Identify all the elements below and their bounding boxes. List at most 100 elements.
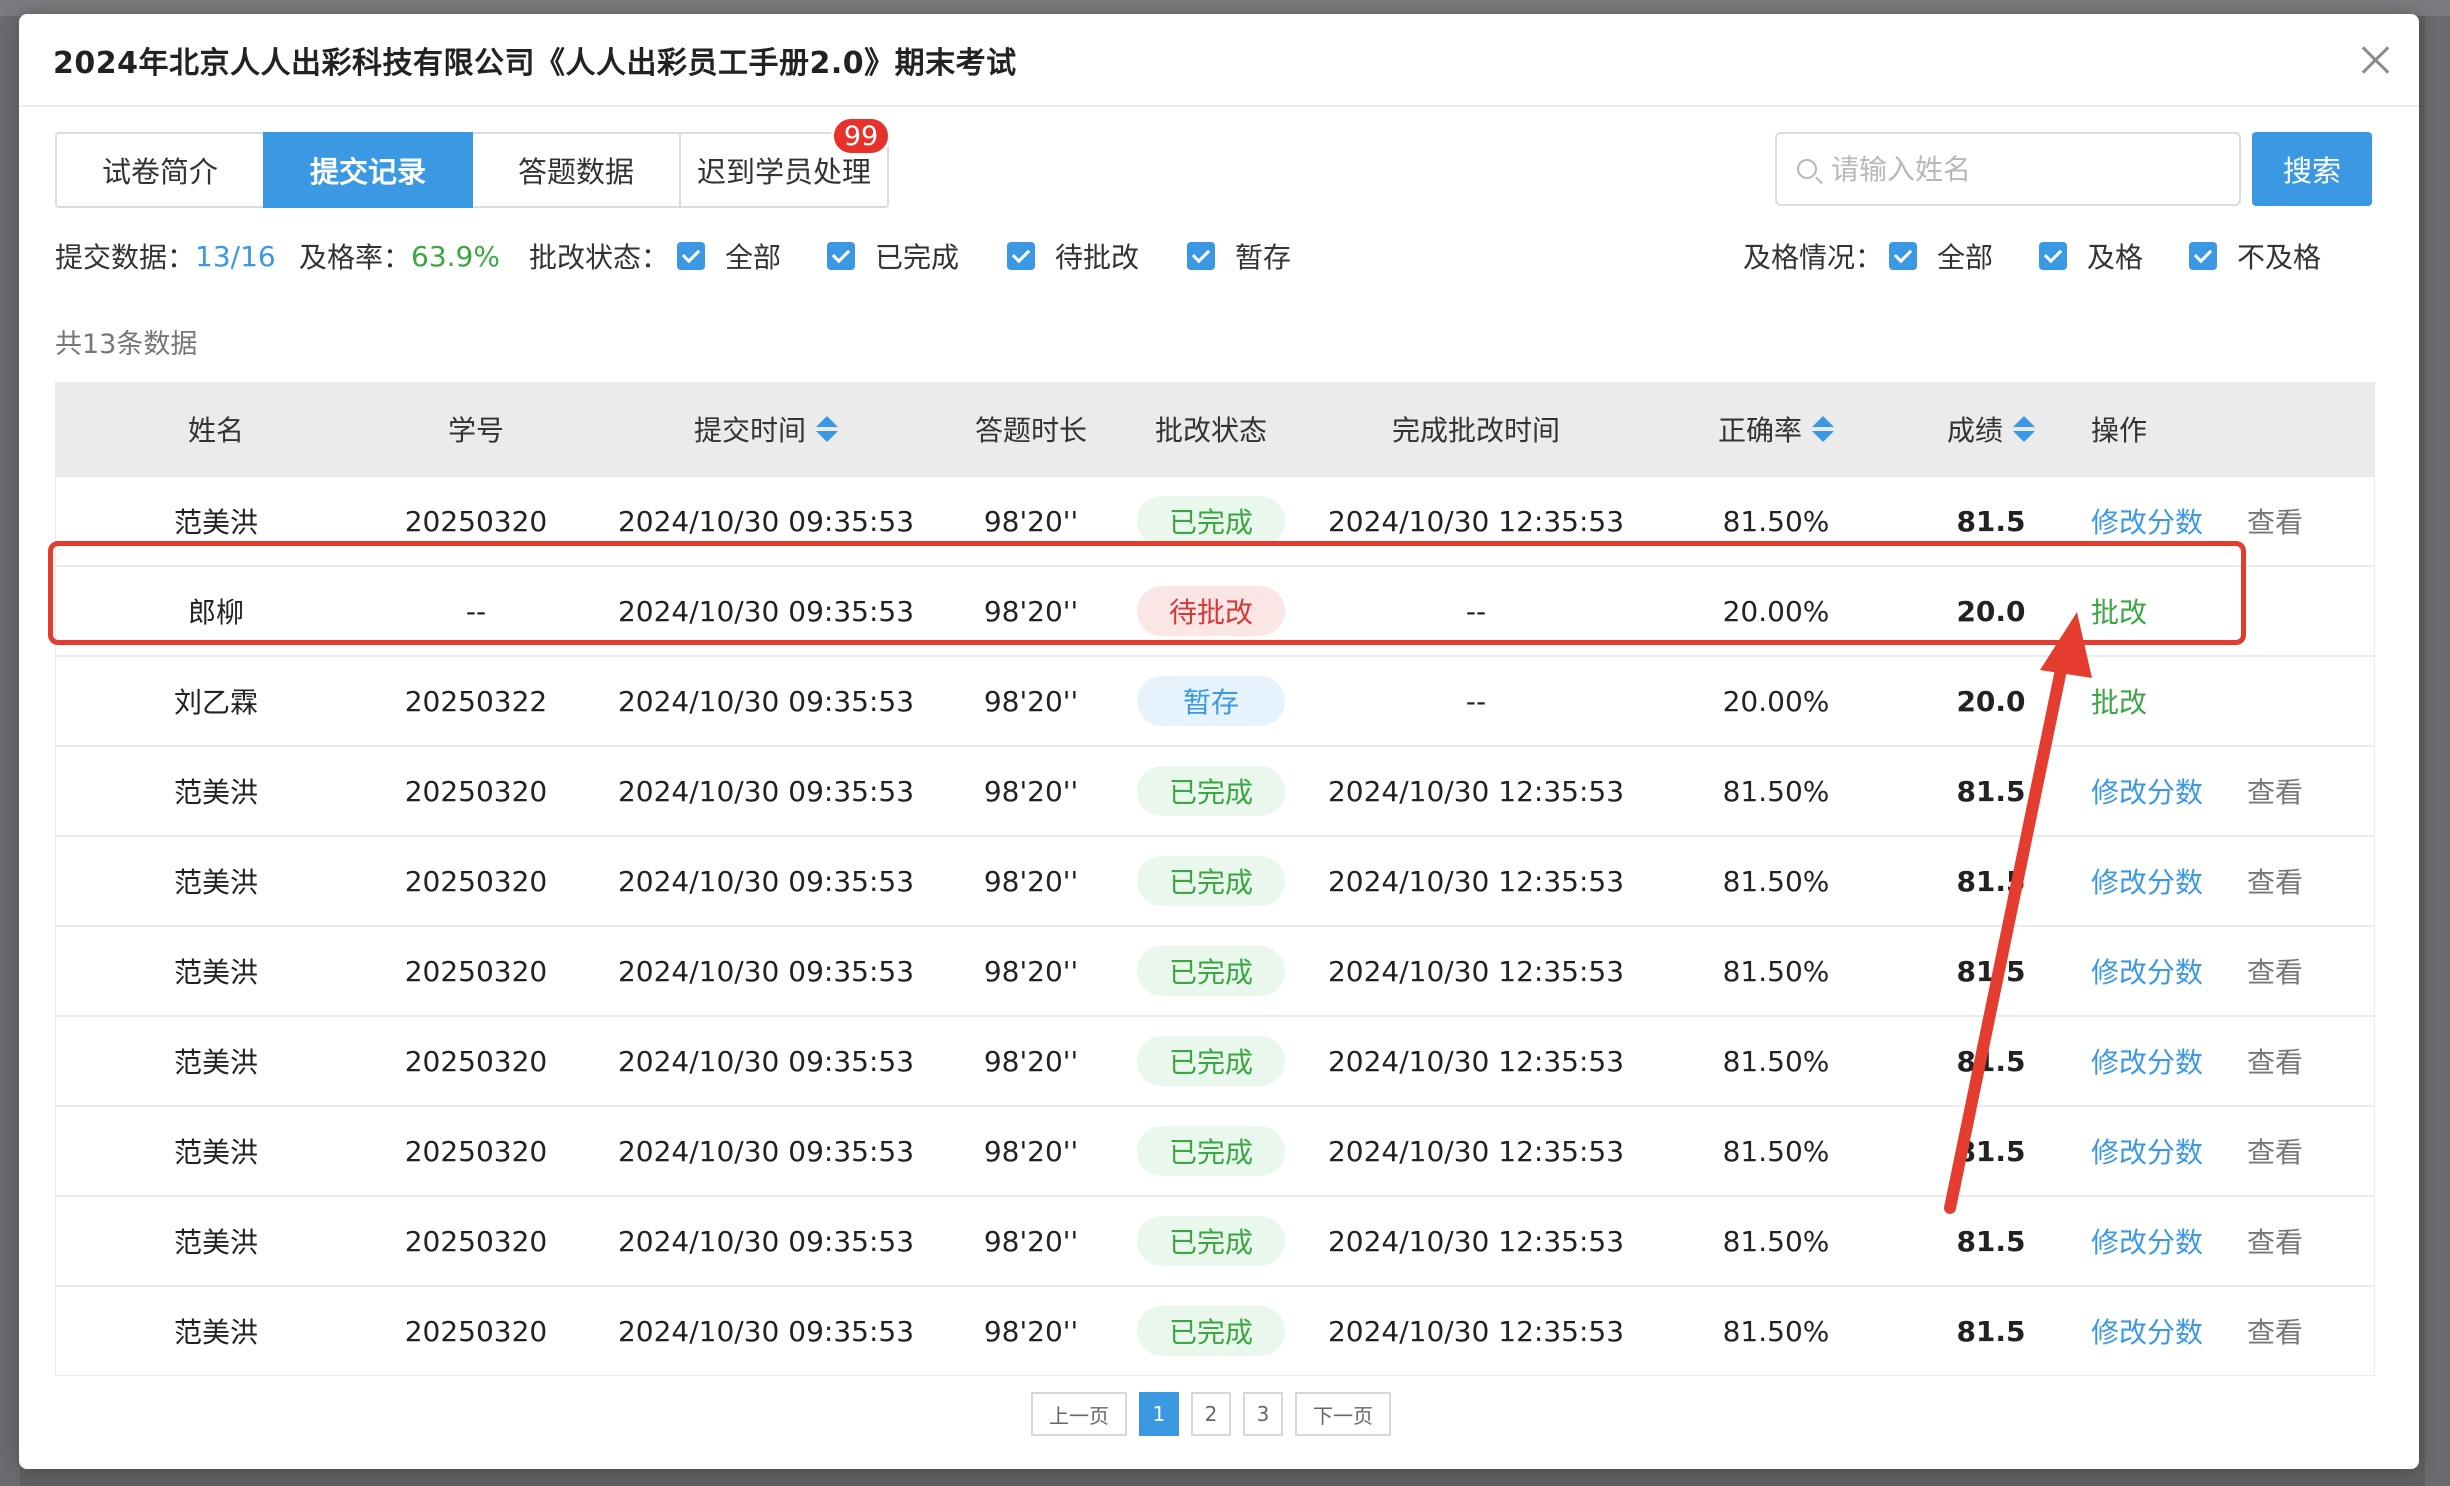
tab-label: 试卷简介 xyxy=(101,155,218,189)
op-link[interactable]: 查看 xyxy=(2247,771,2303,811)
cell-student-id: 20250320 xyxy=(404,1044,548,1078)
cell-done-time: 2024/10/30 12:35:53 xyxy=(1327,1314,1625,1348)
page-button-3[interactable]: 3 xyxy=(1243,1392,1283,1436)
table-row: 刘乙霖 20250322 2024/10/30 09:35:53 98'20'' 暂存 -… xyxy=(56,655,2374,745)
op-link[interactable]: 查看 xyxy=(2247,951,2303,991)
op-link[interactable]: 修改分数 xyxy=(2091,951,2203,991)
search-input[interactable] xyxy=(1831,152,2211,186)
op-link[interactable]: 查看 xyxy=(2247,1221,2303,1261)
header-score[interactable]: 成绩 xyxy=(1856,383,2126,475)
cell-duration: 98'20'' xyxy=(983,1224,1079,1258)
status-badge: 已完成 xyxy=(1137,496,1285,546)
prev-page-button[interactable]: 上一页 xyxy=(1031,1392,1127,1436)
header-student-id: 学号 xyxy=(447,414,504,447)
pass-filter-pass[interactable]: 及格 xyxy=(2039,236,2143,276)
checkbox-label: 全部 xyxy=(1937,241,1994,274)
op-link[interactable]: 批改 xyxy=(2091,681,2147,721)
pass-filter-all[interactable]: 全部 xyxy=(1889,236,1993,276)
review-filter-pending[interactable]: 待批改 xyxy=(1007,236,1139,276)
op-link[interactable]: 修改分数 xyxy=(2091,771,2203,811)
op-link[interactable]: 修改分数 xyxy=(2091,501,2203,541)
close-icon[interactable] xyxy=(2353,38,2397,82)
review-filter-all[interactable]: 全部 xyxy=(677,236,781,276)
checkbox-checked-icon[interactable] xyxy=(1187,242,1215,270)
cell-review-status: 待批改 xyxy=(1106,567,1316,655)
cell-review-status: 已完成 xyxy=(1106,1197,1316,1285)
page-button-2[interactable]: 2 xyxy=(1191,1392,1231,1436)
review-filter-done[interactable]: 已完成 xyxy=(827,236,959,276)
status-badge: 已完成 xyxy=(1137,1126,1285,1176)
op-link[interactable]: 查看 xyxy=(2247,861,2303,901)
tab-label: 提交记录 xyxy=(309,155,426,189)
header-label: 成绩 xyxy=(1946,414,2003,447)
cell-score: 81.5 xyxy=(1956,1314,2026,1348)
search-icon xyxy=(1797,159,1817,179)
cell-name: 范美洪 xyxy=(173,506,258,539)
cell-done-time: -- xyxy=(1465,594,1487,628)
next-page-button[interactable]: 下一页 xyxy=(1295,1392,1391,1436)
search-button[interactable]: 搜索 xyxy=(2252,132,2372,206)
cell-operations: 修改分数 查看 xyxy=(2091,1287,2376,1375)
op-link[interactable]: 修改分数 xyxy=(2091,1221,2203,1261)
tab-late-students[interactable]: 迟到学员处理 99 xyxy=(679,116,891,208)
op-link[interactable]: 修改分数 xyxy=(2091,1041,2203,1081)
review-filter-draft[interactable]: 暂存 xyxy=(1187,236,1291,276)
cell-done-time: 2024/10/30 12:35:53 xyxy=(1327,1134,1625,1168)
op-link[interactable]: 批改 xyxy=(2091,591,2147,631)
pass-rate-label: 及格率： xyxy=(299,241,412,274)
sort-icon[interactable] xyxy=(816,416,838,442)
cell-submit-time: 2024/10/30 09:35:53 xyxy=(617,954,915,988)
op-link[interactable]: 修改分数 xyxy=(2091,1131,2203,1171)
cell-score: 81.5 xyxy=(1956,1134,2026,1168)
op-link[interactable]: 修改分数 xyxy=(2091,1311,2203,1351)
op-link[interactable]: 查看 xyxy=(2247,1041,2303,1081)
cell-duration: 98'20'' xyxy=(983,864,1079,898)
cell-operations: 批改 xyxy=(2091,657,2376,745)
checkbox-label: 不及格 xyxy=(2237,241,2322,274)
tab-submission-records[interactable]: 提交记录 xyxy=(263,132,473,208)
sort-icon[interactable] xyxy=(1812,416,1834,442)
cell-duration: 98'20'' xyxy=(983,594,1079,628)
table-row: 范美洪 20250320 2024/10/30 09:35:53 98'20'' 已完成… xyxy=(56,925,2374,1015)
checkbox-label: 暂存 xyxy=(1235,241,1292,274)
tab-label: 答题数据 xyxy=(517,155,634,189)
tab-answer-data[interactable]: 答题数据 xyxy=(471,132,681,208)
checkbox-checked-icon[interactable] xyxy=(827,242,855,270)
op-link[interactable]: 查看 xyxy=(2247,1131,2303,1171)
sort-icon[interactable] xyxy=(2013,416,2035,442)
checkbox-checked-icon[interactable] xyxy=(1007,242,1035,270)
cell-name: 范美洪 xyxy=(173,866,258,899)
cell-operations: 批改 xyxy=(2091,567,2376,655)
cell-review-status: 已完成 xyxy=(1106,927,1316,1015)
checkbox-checked-icon[interactable] xyxy=(2189,242,2217,270)
cell-done-time: 2024/10/30 12:35:53 xyxy=(1327,1044,1625,1078)
header-duration: 答题时长 xyxy=(974,414,1087,447)
checkbox-checked-icon[interactable] xyxy=(2039,242,2067,270)
header-submit-time[interactable]: 提交时间 xyxy=(586,383,946,475)
cell-score: 81.5 xyxy=(1956,504,2026,538)
cell-student-id: 20250322 xyxy=(404,684,548,718)
pass-filter-fail[interactable]: 不及格 xyxy=(2189,236,2321,276)
cell-submit-time: 2024/10/30 09:35:53 xyxy=(617,1314,915,1348)
cell-review-status: 暂存 xyxy=(1106,657,1316,745)
submission-table: 姓名 学号 提交时间 答题时长 批改状态 完成批改时间 正确率 成绩 操作 范美… xyxy=(55,382,2375,1376)
cell-name: 范美洪 xyxy=(173,1226,258,1259)
cell-name: 刘乙霖 xyxy=(173,686,258,719)
cell-score: 20.0 xyxy=(1956,684,2026,718)
review-status-label: 批改状态： xyxy=(529,241,670,274)
checkbox-checked-icon[interactable] xyxy=(1889,242,1917,270)
modal-title: 2024年北京人人出彩科技有限公司《人人出彩员工手册2.0》期末考试 xyxy=(53,45,1017,81)
cell-duration: 98'20'' xyxy=(983,1044,1079,1078)
cell-student-id: -- xyxy=(465,594,487,628)
op-link[interactable]: 查看 xyxy=(2247,1311,2303,1351)
cell-duration: 98'20'' xyxy=(983,1314,1079,1348)
tab-exam-intro[interactable]: 试卷简介 xyxy=(55,132,265,208)
cell-done-time: 2024/10/30 12:35:53 xyxy=(1327,954,1625,988)
cell-duration: 98'20'' xyxy=(983,774,1079,808)
table-row: 范美洪 20250320 2024/10/30 09:35:53 98'20'' 已完成… xyxy=(56,835,2374,925)
exam-records-modal: 2024年北京人人出彩科技有限公司《人人出彩员工手册2.0》期末考试 试卷简介 … xyxy=(19,14,2419,1469)
op-link[interactable]: 修改分数 xyxy=(2091,861,2203,901)
op-link[interactable]: 查看 xyxy=(2247,501,2303,541)
checkbox-checked-icon[interactable] xyxy=(677,242,705,270)
page-button-1[interactable]: 1 xyxy=(1139,1392,1179,1436)
